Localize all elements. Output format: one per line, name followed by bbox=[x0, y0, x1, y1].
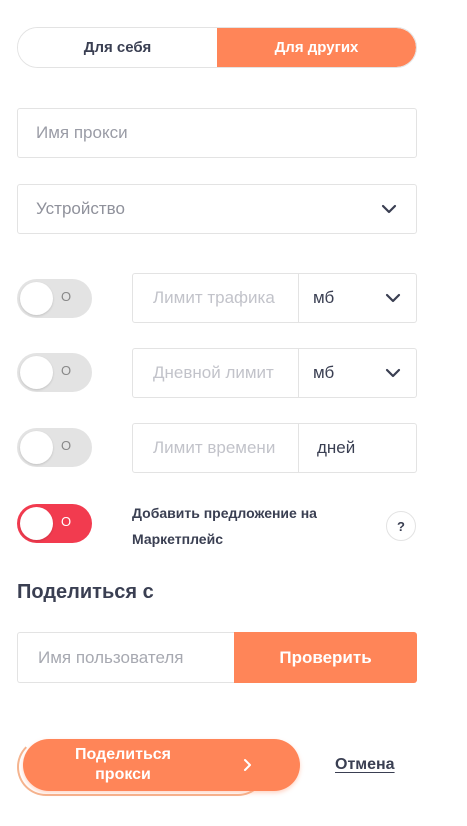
time-limit-group: дней bbox=[132, 423, 417, 473]
device-select-label: Устройство bbox=[36, 199, 125, 218]
traffic-limit-group: мб bbox=[132, 273, 417, 323]
daily-limit-input[interactable] bbox=[153, 363, 278, 383]
time-unit-value: дней bbox=[317, 438, 356, 457]
chevron-down-icon bbox=[384, 289, 402, 307]
traffic-limit-toggle[interactable]: O bbox=[17, 279, 92, 318]
username-group: Проверить bbox=[17, 632, 417, 683]
segment-for-self[interactable]: Для себя bbox=[18, 28, 217, 67]
share-proxy-button-wrap: Поделиться прокси bbox=[17, 738, 300, 798]
toggle-state-label: O bbox=[61, 363, 72, 378]
share-section-title: Поделиться с bbox=[17, 581, 154, 603]
check-button[interactable]: Проверить bbox=[234, 632, 417, 683]
share-proxy-label: Поделиться прокси bbox=[74, 746, 172, 783]
toggle-knob bbox=[20, 507, 53, 540]
marketplace-toggle[interactable]: O bbox=[17, 504, 92, 543]
chevron-right-icon bbox=[243, 758, 257, 772]
toggle-state-label: O bbox=[61, 289, 72, 304]
cancel-link[interactable]: Отмена bbox=[335, 756, 395, 774]
time-limit-toggle[interactable]: O bbox=[17, 428, 92, 467]
segment-for-others[interactable]: Для других bbox=[217, 28, 416, 67]
proxy-name-field bbox=[17, 108, 417, 158]
share-proxy-button[interactable]: Поделиться прокси bbox=[23, 739, 300, 791]
toggle-state-label: O bbox=[61, 438, 72, 453]
username-input[interactable] bbox=[38, 647, 214, 668]
toggle-knob bbox=[20, 431, 53, 464]
marketplace-label: Добавить предложение на Маркетплейс bbox=[132, 505, 317, 547]
proxy-name-input[interactable] bbox=[36, 123, 398, 143]
daily-limit-group: мб bbox=[132, 348, 417, 398]
daily-unit-value: мб bbox=[313, 363, 335, 382]
toggle-knob bbox=[20, 282, 53, 315]
traffic-limit-input[interactable] bbox=[153, 288, 278, 308]
target-segment-control: Для себя Для других bbox=[17, 27, 417, 68]
help-icon[interactable]: ? bbox=[386, 511, 416, 541]
toggle-state-label: O bbox=[61, 514, 72, 529]
daily-limit-toggle[interactable]: O bbox=[17, 353, 92, 392]
traffic-unit-select[interactable]: мб bbox=[299, 273, 417, 323]
toggle-knob bbox=[20, 356, 53, 389]
daily-unit-select[interactable]: мб bbox=[299, 348, 417, 398]
chevron-down-icon bbox=[380, 200, 398, 218]
device-select[interactable]: Устройство bbox=[17, 184, 417, 234]
time-unit-label: дней bbox=[299, 423, 417, 473]
chevron-down-icon bbox=[384, 364, 402, 382]
time-limit-input[interactable] bbox=[153, 438, 278, 458]
traffic-unit-value: мб bbox=[313, 288, 335, 307]
